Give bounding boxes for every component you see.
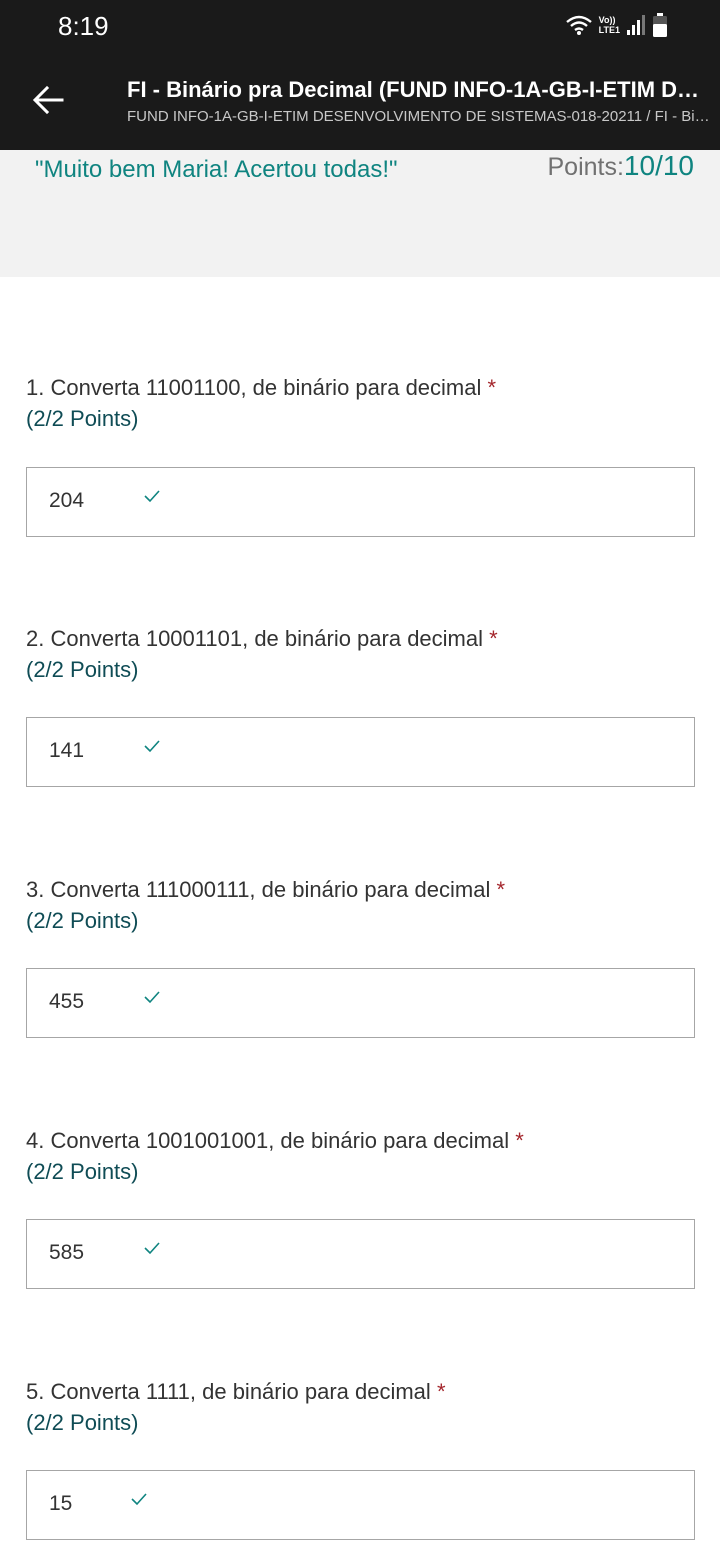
- signal-icon: [627, 15, 645, 35]
- feedback-message: "Muito bem Maria! Acertou todas!": [35, 156, 398, 183]
- question-points: (2/2 Points): [26, 1159, 139, 1184]
- answer-field[interactable]: 141: [26, 717, 695, 787]
- required-marker: *: [489, 626, 498, 651]
- check-icon: [144, 991, 160, 1004]
- check-icon: [131, 1493, 147, 1506]
- question-2: 2. Converta 10001101, de binário para de…: [26, 624, 696, 787]
- answer-field[interactable]: 15: [26, 1470, 695, 1540]
- check-icon: [144, 1242, 160, 1255]
- question-4: 4. Converta 1001001001, de binário para …: [26, 1126, 696, 1289]
- question-text: 1. Converta 11001100, de binário para de…: [26, 375, 482, 400]
- answer-field[interactable]: 455: [26, 968, 695, 1038]
- battery-icon: [653, 13, 667, 37]
- answer-value: 585: [49, 1241, 85, 1264]
- question-text: 4. Converta 1001001001, de binário para …: [26, 1128, 510, 1153]
- app-bar: FI - Binário pra Decimal (FUND INFO-1A-G…: [0, 50, 720, 150]
- question-points: (2/2 Points): [26, 406, 139, 431]
- check-icon: [144, 740, 160, 753]
- question-points: (2/2 Points): [26, 1410, 139, 1435]
- status-time: 8:19: [58, 11, 109, 41]
- question-points: (2/2 Points): [26, 657, 139, 682]
- status-bar: 8:19 Vo)) LTE1: [0, 0, 720, 50]
- total-points: Points:10/10: [547, 150, 694, 182]
- answer-value: 204: [49, 489, 85, 512]
- page-title: FI - Binário pra Decimal (FUND INFO-1A-G…: [127, 77, 707, 102]
- question-points: (2/2 Points): [26, 908, 139, 933]
- question-1: 1. Converta 11001100, de binário para de…: [26, 373, 696, 537]
- breadcrumb: FUND INFO-1A-GB-I-ETIM DESENVOLVIMENTO D…: [127, 108, 715, 125]
- question-5: 5. Converta 1111, de binário para decima…: [26, 1377, 696, 1540]
- question-text: 2. Converta 10001101, de binário para de…: [26, 626, 484, 651]
- check-icon: [144, 490, 160, 503]
- answer-value: 15: [49, 1492, 73, 1515]
- required-marker: *: [496, 877, 506, 902]
- required-marker: *: [515, 1128, 524, 1153]
- back-arrow-icon[interactable]: [28, 80, 68, 120]
- network-volte: Vo)): [598, 15, 616, 25]
- status-icons: Vo)) LTE1: [565, 12, 668, 38]
- score-banner: "Muito bem Maria! Acertou todas!" Points…: [0, 150, 720, 277]
- answer-field[interactable]: 204: [26, 467, 695, 537]
- wifi-icon: [565, 15, 592, 35]
- question-text: 3. Converta 111000111, de binário para d…: [26, 877, 491, 902]
- points-value: 10/10: [623, 150, 694, 181]
- points-label: Points:: [547, 153, 624, 181]
- network-lte: LTE1: [598, 25, 620, 35]
- question-text: 5. Converta 1111, de binário para decima…: [26, 1379, 431, 1404]
- answer-value: 141: [49, 739, 85, 762]
- network-type: Vo)) LTE1: [599, 15, 620, 35]
- answer-value: 455: [49, 990, 85, 1013]
- question-3: 3. Converta 111000111, de binário para d…: [26, 875, 696, 1038]
- required-marker: *: [487, 375, 497, 400]
- answer-field[interactable]: 585: [26, 1219, 695, 1289]
- required-marker: *: [436, 1379, 446, 1404]
